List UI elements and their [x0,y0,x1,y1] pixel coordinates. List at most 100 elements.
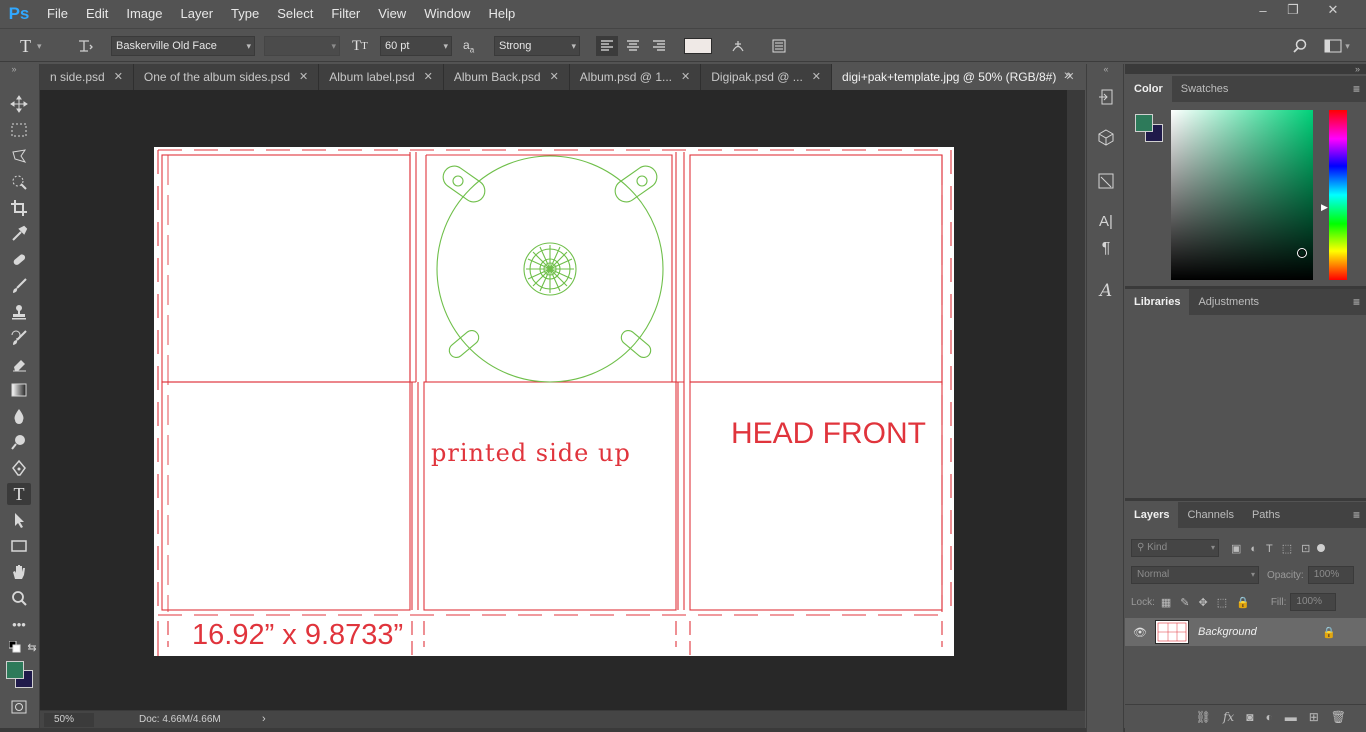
menu-edit[interactable]: Edit [77,0,117,28]
menu-image[interactable]: Image [117,0,171,28]
panel-menu-icon[interactable]: ≡ [1353,508,1360,522]
new-group-icon[interactable]: ▬ [1285,710,1297,724]
menu-help[interactable]: Help [479,0,524,28]
hand-tool[interactable] [7,561,31,583]
gradient-tool[interactable] [7,379,31,401]
close-icon[interactable]: ✕ [114,64,123,90]
filter-toggle-icon[interactable] [1317,544,1326,552]
add-mask-icon[interactable]: ◙ [1246,710,1253,724]
eraser-tool[interactable] [7,353,31,375]
new-layer-icon[interactable]: ⊞ [1309,710,1319,724]
align-left-button[interactable] [596,36,618,56]
adjustment-layer-icon[interactable]: ◐ [1265,710,1272,724]
zoom-level-field[interactable]: 50% [44,712,94,727]
menu-filter[interactable]: Filter [322,0,369,28]
tab-adjustments[interactable]: Adjustments [1189,289,1268,315]
blend-mode-select[interactable]: Normal ▾ [1131,566,1259,584]
marquee-tool[interactable] [7,119,31,141]
dodge-tool[interactable] [7,431,31,453]
layer-row-background[interactable]: 👁 Background 🔒 [1125,618,1366,646]
tool-preset-picker[interactable]: T ▾ [20,36,42,56]
tab-album-label[interactable]: Album label.psd ✕ [319,64,444,90]
panel-menu-icon[interactable]: ≡ [1353,82,1360,96]
tab-digipak[interactable]: Digipak.psd @ ... ✕ [701,64,833,90]
lock-options-icons[interactable]: ▦✎✥⬚🔒 [1161,596,1259,609]
color-spectrum[interactable] [1171,110,1313,280]
fill-field[interactable]: 100% [1290,593,1337,611]
paragraph-styles-button[interactable] [1095,170,1117,192]
close-icon[interactable]: ✕ [681,64,690,90]
tab-layers[interactable]: Layers [1125,502,1179,528]
tab-swatches[interactable]: Swatches [1172,76,1238,102]
tab-one-of-the-album-sides[interactable]: One of the album sides.psd ✕ [134,64,320,90]
quick-selection-tool[interactable] [7,171,31,193]
collapse-dock-icon[interactable]: « [1087,64,1125,74]
close-icon[interactable]: ✕ [550,64,559,90]
fx-icon[interactable]: fx [1223,710,1234,724]
color-foreground-swatch[interactable] [1135,114,1153,132]
menu-type[interactable]: Type [222,0,268,28]
trash-icon[interactable]: 🗑 [1331,710,1346,724]
tab-color[interactable]: Color [1125,76,1172,102]
align-right-button[interactable] [648,36,670,56]
hue-marker-icon[interactable]: ▶ [1321,202,1328,213]
lasso-tool[interactable] [7,145,31,167]
minimize-button[interactable]: – [1248,0,1278,20]
character-panel-toggle[interactable] [768,36,790,56]
text-color-swatch[interactable] [684,38,712,54]
tab-paths[interactable]: Paths [1243,502,1289,528]
tab-digi-pak-template[interactable]: digi+pak+template.jpg @ 50% (RGB/8#) ✕ [832,64,1085,90]
zoom-tool[interactable] [7,587,31,609]
menu-layer[interactable]: Layer [172,0,223,28]
link-layers-icon[interactable]: ⛓ [1196,710,1211,724]
pen-tool[interactable] [7,457,31,479]
tab-album[interactable]: Album.psd @ 1... ✕ [570,64,702,90]
more-tools-button[interactable]: ••• [7,613,31,635]
tab-album-back[interactable]: Album Back.psd ✕ [444,64,570,90]
menu-window[interactable]: Window [415,0,479,28]
document-canvas[interactable]: printed side up HEAD FRONT 16.92” x 9.87… [154,147,954,656]
spectrum-marker[interactable] [1297,248,1307,258]
paragraph-panel-button[interactable]: ¶ [1095,238,1117,260]
path-selection-tool[interactable] [7,509,31,531]
close-icon[interactable]: ✕ [424,64,433,90]
search-button[interactable] [1290,36,1310,56]
close-window-button[interactable]: ✕ [1308,0,1358,20]
workspace-switcher[interactable]: ▾ [1322,36,1352,56]
menu-file[interactable]: File [38,0,77,28]
warp-text-button[interactable] [727,36,749,56]
quick-mask-button[interactable] [7,696,31,718]
opacity-field[interactable]: 100% [1307,566,1354,584]
rectangle-tool[interactable] [7,535,31,557]
font-style-select[interactable]: ▾ [264,36,340,56]
brush-tool[interactable] [7,275,31,297]
filter-type-icons[interactable]: ▣◐T⬚⊡ [1231,542,1319,555]
eyedropper-tool[interactable] [7,223,31,245]
type-tool[interactable]: T [7,483,31,505]
vertical-scrollbar[interactable] [1067,90,1085,710]
text-orientation-toggle[interactable] [76,36,94,56]
font-family-select[interactable]: Baskerville Old Face ▾ [111,36,255,56]
eye-icon[interactable]: 👁 [1125,626,1155,639]
move-tool[interactable] [7,93,31,115]
history-panel-button[interactable] [1095,86,1117,108]
layer-kind-filter[interactable]: ⚲ Kind ▾ [1131,539,1219,557]
menu-select[interactable]: Select [268,0,322,28]
close-icon[interactable]: ✕ [812,64,821,90]
tab-channels[interactable]: Channels [1178,502,1242,528]
panel-menu-icon[interactable]: ≡ [1353,295,1360,309]
character-panel-button[interactable]: A| [1095,210,1117,232]
collapse-toolbox-icon[interactable]: » [2,64,26,74]
close-icon[interactable]: ✕ [299,64,308,90]
blur-tool[interactable] [7,405,31,427]
antialias-select[interactable]: Strong ▾ [494,36,580,56]
align-center-button[interactable] [622,36,644,56]
3d-panel-button[interactable] [1095,126,1117,148]
menu-view[interactable]: View [369,0,415,28]
layer-name[interactable]: Background [1198,626,1257,638]
tab-libraries[interactable]: Libraries [1125,289,1190,315]
restore-button[interactable]: ❐ [1278,0,1308,20]
tab-album-side[interactable]: n side.psd ✕ [40,64,134,90]
healing-brush-tool[interactable] [7,249,31,271]
crop-tool[interactable] [7,197,31,219]
